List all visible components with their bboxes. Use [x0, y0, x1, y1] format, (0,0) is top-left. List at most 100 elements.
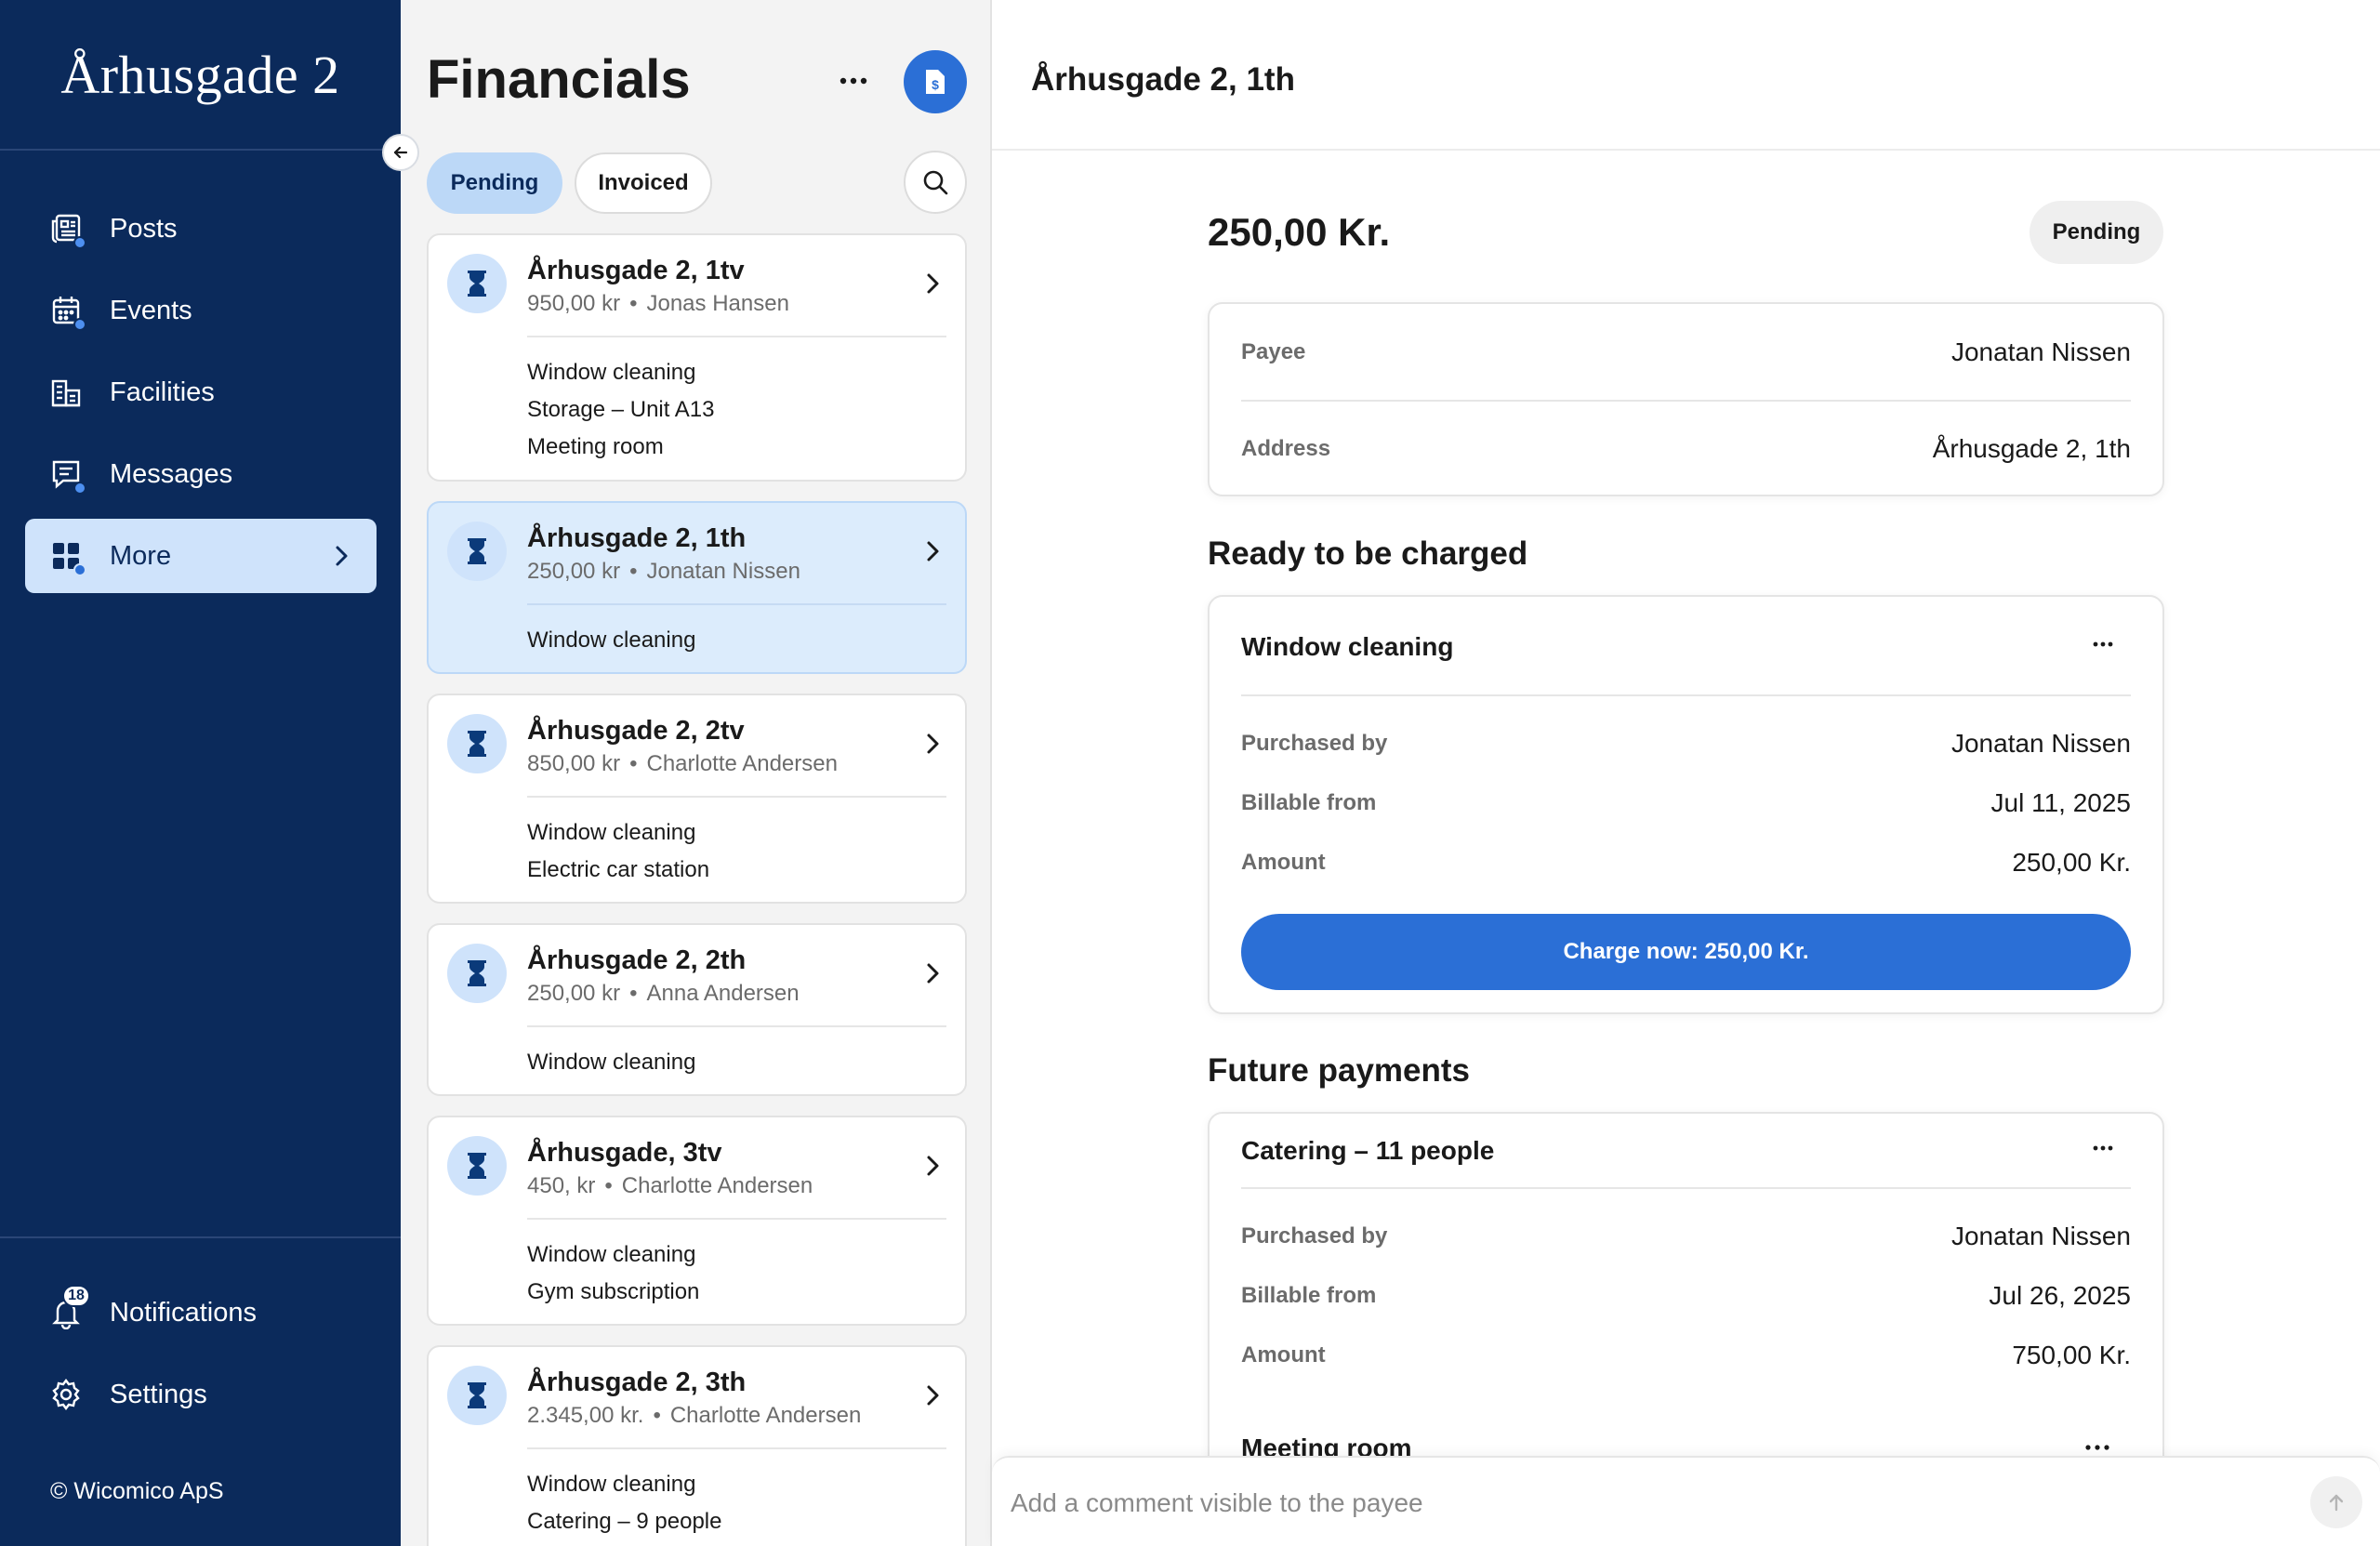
- sidebar-item-events[interactable]: Events: [25, 273, 377, 348]
- card-items: Window cleaning Catering – 9 people: [527, 1466, 721, 1540]
- billable-from-row: Billable from Jul 26, 2025: [1241, 1277, 2131, 1315]
- sidebar-item-label: Messages: [110, 458, 233, 489]
- amount-value: 750,00 Kr.: [2012, 1341, 2131, 1369]
- purchased-by-label: Purchased by: [1241, 1223, 1388, 1249]
- purchased-by-value: Jonatan Nissen: [1950, 729, 2131, 758]
- list-item[interactable]: Århusgade, 3tv 450, kr • Charlotte Anderse…: [427, 1116, 967, 1326]
- list-item[interactable]: Århusgade 2, 1tv 950,00 kr • Jonas Hansen …: [427, 233, 967, 482]
- card-divider: [527, 1447, 946, 1449]
- hourglass-icon: [447, 1366, 507, 1425]
- card-amount: 2.345,00 kr.: [527, 1403, 644, 1428]
- charge-now-button[interactable]: Charge now: 250,00 Kr.: [1241, 914, 2131, 990]
- card-subtitle: 2.345,00 kr. • Charlotte Andersen: [527, 1403, 861, 1429]
- card-items: Window cleaning Storage – Unit A13 Meeti…: [527, 354, 714, 466]
- card-title: Århusgade 2, 1th: [527, 523, 747, 553]
- arrow-left-icon: [393, 146, 408, 159]
- item-more-button[interactable]: [2084, 1134, 2122, 1162]
- card-divider: [527, 796, 946, 798]
- purchased-by-label: Purchased by: [1241, 731, 1388, 756]
- billable-from-label: Billable from: [1241, 790, 1377, 815]
- card-item: Meeting room: [527, 434, 664, 459]
- comment-bar: [992, 1456, 2380, 1546]
- copyright: © Wicomico ApS: [50, 1478, 224, 1504]
- divider: [1241, 694, 2131, 696]
- separator: •: [629, 291, 638, 316]
- address-row: Address Århusgade 2, 1th: [1241, 430, 2131, 468]
- sidebar-item-label: Facilities: [110, 377, 215, 407]
- payee-value: Jonatan Nissen: [1950, 337, 2131, 366]
- amount-value: 250,00 Kr.: [2012, 848, 2131, 877]
- purchased-by-value: Jonatan Nissen: [1950, 1222, 2131, 1250]
- billable-from-label: Billable from: [1241, 1283, 1377, 1308]
- card-amount: 450, kr: [527, 1173, 596, 1198]
- list-item[interactable]: Århusgade 2, 3th 2.345,00 kr. • Charlotte …: [427, 1345, 967, 1546]
- list-item[interactable]: Århusgade 2, 2tv 850,00 kr • Charlotte And…: [427, 694, 967, 904]
- sidebar: Århusgade 2 Posts Events Facilities Mess…: [0, 0, 401, 1546]
- comment-input[interactable]: [1011, 1480, 2294, 1526]
- future-payments-card: Catering – 11 people Purchased by Jonata…: [1208, 1112, 2164, 1502]
- sidebar-item-label: Posts: [110, 213, 178, 244]
- card-amount: 950,00 kr: [527, 291, 621, 316]
- gear-icon: [47, 1376, 85, 1413]
- divider: [1241, 400, 2131, 402]
- card-item: Window cleaning: [527, 820, 696, 845]
- sidebar-item-label: Events: [110, 295, 192, 325]
- card-subtitle: 450, kr • Charlotte Andersen: [527, 1173, 813, 1199]
- card-subtitle: 850,00 kr • Charlotte Andersen: [527, 751, 838, 777]
- bell-icon: 18: [47, 1285, 90, 1331]
- sidebar-item-facilities[interactable]: Facilities: [25, 355, 377, 429]
- separator: •: [629, 981, 638, 1006]
- hourglass-icon: [447, 944, 507, 1003]
- payee-info-card: Payee Jonatan Nissen Address Århusgade 2…: [1208, 302, 2164, 496]
- future-section-title: Future payments: [1208, 1052, 1470, 1089]
- grid-icon: [47, 537, 86, 576]
- detail-header: Århusgade 2, 1th: [992, 0, 2380, 151]
- invoice-document-button[interactable]: $: [904, 50, 967, 113]
- detail-panel: Århusgade 2, 1th 250,00 Kr. Pending Paye…: [992, 0, 2380, 1546]
- amount-label: Amount: [1241, 850, 1326, 875]
- invoice-icon: $: [926, 70, 945, 94]
- card-title: Århusgade 2, 1tv: [527, 256, 745, 285]
- brand-title: Århusgade 2: [60, 44, 340, 105]
- item-more-button[interactable]: [2084, 630, 2122, 658]
- card-title: Århusgade, 3tv: [527, 1138, 722, 1168]
- chevron-right-icon: [920, 1382, 945, 1413]
- billable-from-row: Billable from Jul 11, 2025: [1241, 785, 2131, 822]
- card-name: Jonas Hansen: [646, 291, 789, 316]
- sidebar-item-more[interactable]: More: [25, 519, 377, 593]
- chevron-right-icon: [920, 271, 945, 301]
- future-item-name: Catering – 11 people: [1241, 1136, 1495, 1165]
- card-amount: 850,00 kr: [527, 751, 621, 776]
- tab-pending[interactable]: Pending: [427, 152, 562, 214]
- card-divider: [527, 603, 946, 605]
- amount-row: Amount 750,00 Kr.: [1241, 1337, 2131, 1374]
- tab-invoiced[interactable]: Invoiced: [575, 152, 712, 214]
- sidebar-item-label: Settings: [110, 1379, 207, 1409]
- more-horizontal-icon: [2093, 641, 2113, 647]
- more-options-button[interactable]: [830, 58, 877, 104]
- brand: Århusgade 2: [0, 0, 401, 151]
- sidebar-item-notifications[interactable]: 18 Notifications: [25, 1275, 377, 1350]
- total-amount: 250,00 Kr.: [1208, 210, 1391, 254]
- messages-icon: [47, 456, 86, 495]
- chevron-right-icon: [920, 960, 945, 991]
- amount-row: Amount 250,00 Kr.: [1241, 844, 2131, 881]
- card-item: Window cleaning: [527, 360, 696, 385]
- billable-from-value: Jul 26, 2025: [1989, 1281, 2131, 1310]
- sidebar-item-settings[interactable]: Settings: [25, 1357, 377, 1432]
- card-name: Charlotte Andersen: [646, 751, 838, 776]
- card-items: Window cleaning: [527, 1044, 695, 1081]
- card-title: Århusgade 2, 2tv: [527, 716, 745, 746]
- list-item[interactable]: Århusgade 2, 1th 250,00 kr • Jonatan Nisse…: [427, 501, 967, 674]
- list-item[interactable]: Århusgade 2, 2th 250,00 kr • Anna Andersen…: [427, 923, 967, 1096]
- sidebar-item-messages[interactable]: Messages: [25, 437, 377, 511]
- payee-label: Payee: [1241, 339, 1306, 364]
- card-subtitle: 250,00 kr • Jonatan Nissen: [527, 559, 800, 585]
- more-horizontal-icon: [2085, 1445, 2109, 1450]
- card-item: Window cleaning: [527, 1242, 696, 1267]
- collapse-sidebar-button[interactable]: [382, 134, 419, 171]
- sidebar-item-posts[interactable]: Posts: [25, 192, 377, 266]
- search-button[interactable]: [904, 151, 967, 214]
- send-comment-button[interactable]: [2310, 1476, 2362, 1528]
- charge-item-card: Window cleaning Purchased by Jonatan Nis…: [1208, 595, 2164, 1014]
